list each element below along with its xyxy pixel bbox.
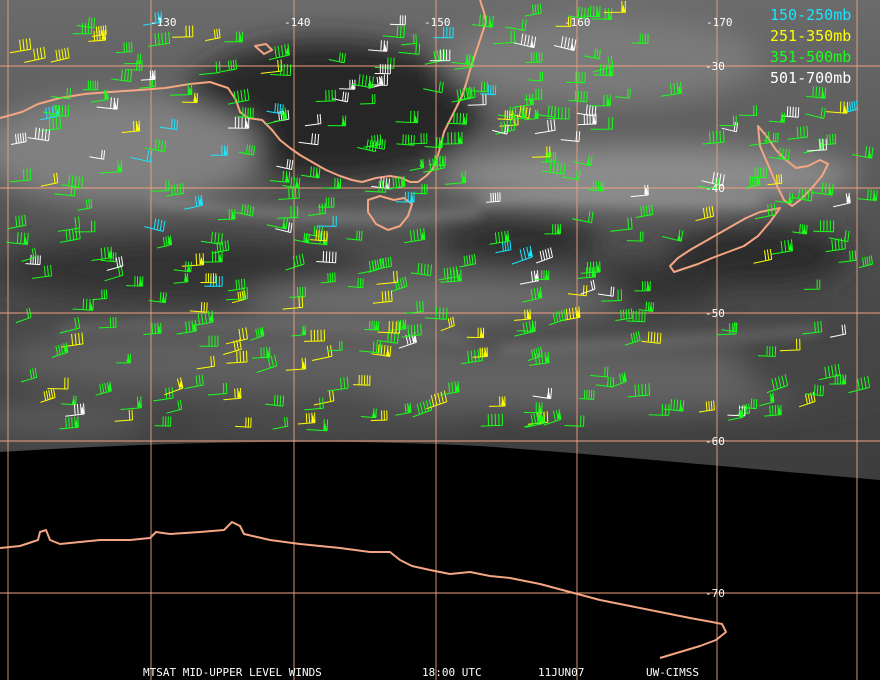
footer-title: MTSAT MID-UPPER LEVEL WINDS	[143, 666, 322, 679]
footer-source: UW-CIMSS	[646, 666, 699, 679]
legend-item-150-250mb: 150-250mb	[770, 6, 851, 24]
lat-label-60: -60	[705, 435, 725, 448]
legend-item-251-350mb: 251-350mb	[770, 27, 851, 45]
lon-label-150: -150	[424, 16, 451, 29]
lat-label-40: -40	[705, 182, 725, 195]
footer-time: 18:00 UTC	[422, 666, 482, 679]
footer-date: 11JUN07	[538, 666, 584, 679]
lat-label-70: -70	[705, 587, 725, 600]
lon-label-170: -170	[706, 16, 733, 29]
lon-label-130: -130	[150, 16, 177, 29]
lat-label-50: -50	[705, 307, 725, 320]
legend-item-351-500mb: 351-500mb	[770, 48, 851, 66]
legend-item-501-700mb: 501-700mb	[770, 69, 851, 87]
lon-label-160: -160	[564, 16, 591, 29]
satellite-wind-map: -130 -140 -150 -160 -170 -30 -40 -50 -60…	[0, 0, 880, 680]
lat-label-30: -30	[705, 60, 725, 73]
lon-label-140: -140	[284, 16, 311, 29]
